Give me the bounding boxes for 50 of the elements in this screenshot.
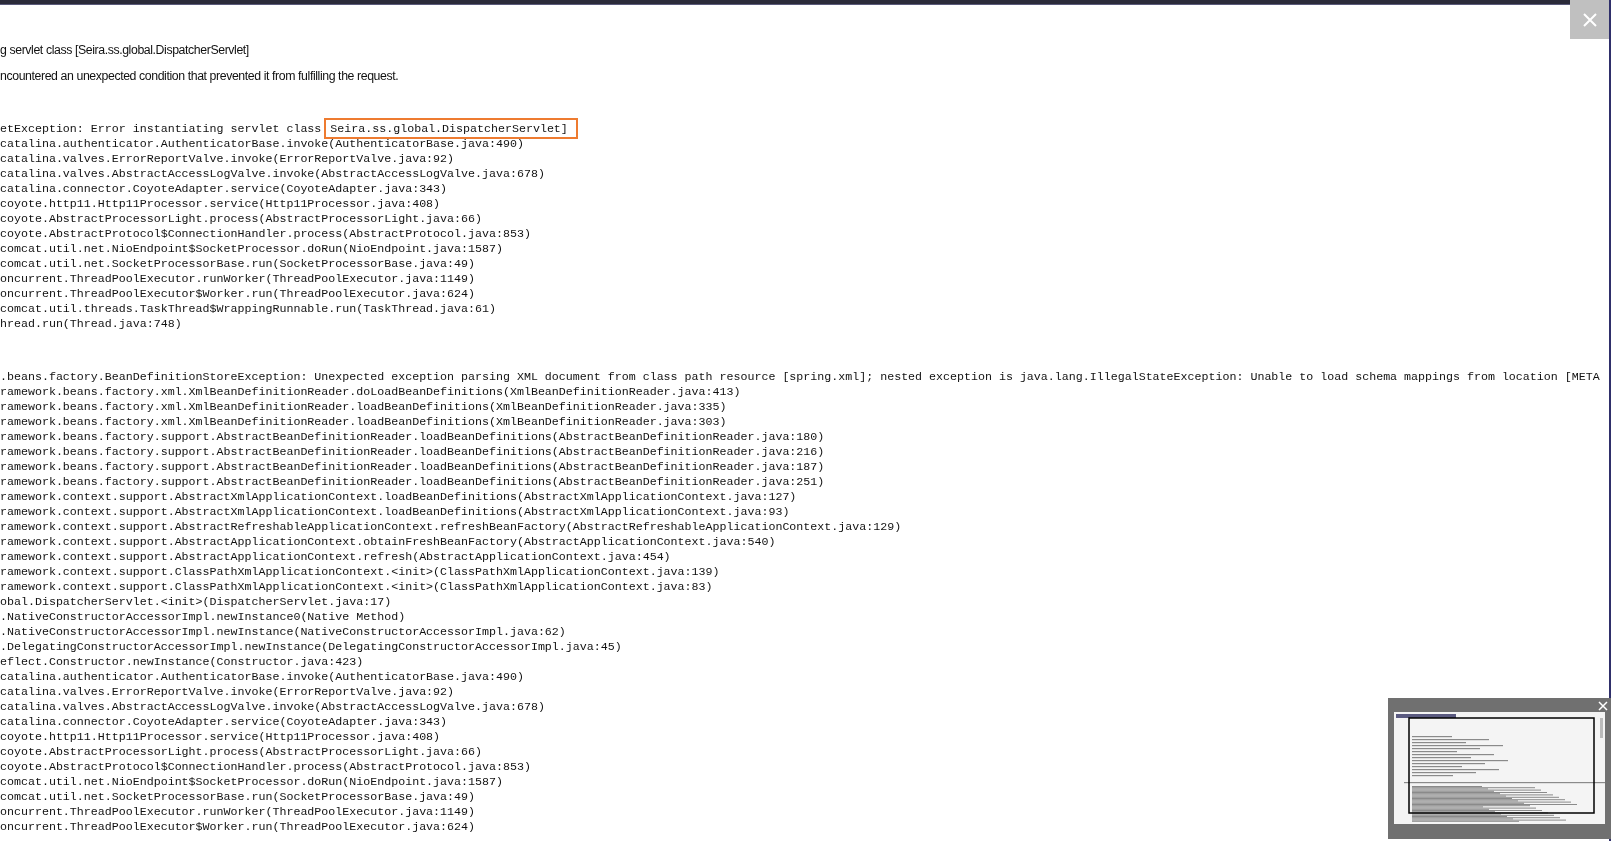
stack-trace-line: .NativeConstructorAccessorImpl.newInstance0(Native Method)	[0, 609, 406, 624]
stack-trace-line: comcat.util.threads.TaskThread$WrappingRunnable.run(TaskThread.java:61)	[0, 301, 496, 316]
stack-trace-line: coyote.http11.Http11Processor.service(Http11Processor.java:408)	[0, 196, 441, 211]
stack-trace-line: coyote.http11.Http11Processor.service(Http11Processor.java:408)	[0, 729, 441, 744]
stack-trace-line: .NativeConstructorAccessorImpl.newInstance(NativeConstructorAccessorImpl.java:62)	[0, 624, 566, 639]
stack-trace-line: ramework.context.support.AbstractApplicationContext.refresh(AbstractApplicationContext.java:454)	[0, 549, 671, 564]
stack-trace-line: oncurrent.ThreadPoolExecutor.runWorker(ThreadPoolExecutor.java:1149)	[0, 271, 475, 286]
stack-trace-line: ramework.beans.factory.support.AbstractBeanDefinitionReader.loadBeanDefinitions(AbstractBeanDefinitionReader.java:251)	[0, 474, 825, 489]
stack-trace-line: eflect.Constructor.newInstance(Constructor.java:423)	[0, 654, 364, 669]
stack-trace-line: catalina.valves.AbstractAccessLogValve.invoke(AbstractAccessLogValve.java:678)	[0, 699, 545, 714]
stack-trace-line: catalina.valves.ErrorReportValve.invoke(ErrorReportValve.java:92)	[0, 151, 455, 166]
stack-trace-line: ramework.context.support.AbstractRefreshableApplicationContext.refreshBeanFactory(AbstractRefreshableApplicationContext.java:129)	[0, 519, 902, 534]
close-icon	[1581, 11, 1598, 28]
stack-trace-line: ramework.context.support.AbstractApplicationContext.obtainFreshBeanFactory(AbstractApplicationContext.java:540)	[0, 534, 776, 549]
stack-trace-line: obal.DispatcherServlet.<init>(DispatcherServlet.java:17)	[0, 594, 392, 609]
stack-trace-line: ramework.beans.factory.xml.XmlBeanDefinitionReader.loadBeanDefinitions(XmlBeanDefinitionReader.java:303)	[0, 414, 727, 429]
stack-trace-line: comcat.util.net.SocketProcessorBase.run(SocketProcessorBase.java:49)	[0, 256, 475, 271]
stack-trace-line: etException: Error instantiating servlet class	[0, 122, 323, 135]
stack-trace-line: .beans.factory.BeanDefinitionStoreException: Unexpected exception parsing XML document from class path resource [spring.xml]; nested exception is java.lang.IllegalStateException: Unable to load schema mappings from location [META	[0, 369, 1600, 384]
stack-trace-line: oncurrent.ThreadPoolExecutor$Worker.run(ThreadPoolExecutor.java:624)	[0, 286, 475, 301]
stack-trace-line: coyote.AbstractProtocol$ConnectionHandler.process(AbstractProtocol.java:853)	[0, 759, 531, 774]
stack-trace-line: catalina.authenticator.AuthenticatorBase.invoke(AuthenticatorBase.java:490)	[0, 136, 524, 151]
stack-trace-line: coyote.AbstractProcessorLight.process(AbstractProcessorLight.java:66)	[0, 211, 482, 226]
stack-trace-line: comcat.util.net.SocketProcessorBase.run(SocketProcessorBase.java:49)	[0, 789, 475, 804]
stack-trace-line: oncurrent.ThreadPoolExecutor$Worker.run(ThreadPoolExecutor.java:624)	[0, 819, 475, 834]
stack-trace-line: coyote.AbstractProtocol$ConnectionHandler.process(AbstractProtocol.java:853)	[0, 226, 531, 241]
stack-trace-line: catalina.connector.CoyoteAdapter.service(CoyoteAdapter.java:343)	[0, 181, 448, 196]
stack-trace-line: ramework.beans.factory.xml.XmlBeanDefinitionReader.doLoadBeanDefinitions(XmlBeanDefinitionReader.java:413)	[0, 384, 741, 399]
stack-trace-line: ramework.context.support.AbstractXmlApplicationContext.loadBeanDefinitions(AbstractXmlApplicationContext.java:127)	[0, 489, 797, 504]
stack-trace-line: catalina.valves.AbstractAccessLogValve.invoke(AbstractAccessLogValve.java:678)	[0, 166, 545, 181]
stack-trace-line: catalina.connector.CoyoteAdapter.service(CoyoteAdapter.java:343)	[0, 714, 448, 729]
stack-trace-line: .DelegatingConstructorAccessorImpl.newInstance(DelegatingConstructorAccessorImpl.java:45)	[0, 639, 622, 654]
stack-trace-line: hread.run(Thread.java:748)	[0, 316, 182, 331]
stack-trace-line: ramework.context.support.ClassPathXmlApplicationContext.<init>(ClassPathXmlApplicationContext.java:139)	[0, 564, 720, 579]
error-message: g servlet class [Seira.ss.global.DispatcherServlet]	[0, 43, 249, 57]
stack-trace-line: catalina.valves.ErrorReportValve.invoke(ErrorReportValve.java:92)	[0, 684, 455, 699]
stack-trace-line: ramework.beans.factory.support.AbstractBeanDefinitionReader.loadBeanDefinitions(AbstractBeanDefinitionReader.java:216)	[0, 444, 825, 459]
stack-trace-line: ramework.beans.factory.support.AbstractBeanDefinitionReader.loadBeanDefinitions(AbstractBeanDefinitionReader.java:187)	[0, 459, 825, 474]
stack-trace-line: coyote.AbstractProcessorLight.process(AbstractProcessorLight.java:66)	[0, 744, 482, 759]
error-message: ncountered an unexpected condition that prevented it from fulfilling the request.	[0, 69, 399, 83]
navigator-thumbnail[interactable]	[1394, 712, 1605, 824]
stack-trace-line: ramework.beans.factory.xml.XmlBeanDefinitionReader.loadBeanDefinitions(XmlBeanDefinitionReader.java:335)	[0, 399, 727, 414]
stack-trace-line: comcat.util.net.NioEndpoint$SocketProcessor.doRun(NioEndpoint.java:1587)	[0, 774, 503, 789]
stack-trace-line: ramework.beans.factory.support.AbstractBeanDefinitionReader.loadBeanDefinitions(AbstractBeanDefinitionReader.java:180)	[0, 429, 825, 444]
stack-trace-line: catalina.authenticator.AuthenticatorBase.invoke(AuthenticatorBase.java:490)	[0, 669, 524, 684]
stack-trace-line: ramework.context.support.AbstractXmlApplicationContext.loadBeanDefinitions(AbstractXmlApplicationContext.java:93)	[0, 504, 790, 519]
stack-trace-line: ramework.context.support.ClassPathXmlApplicationContext.<init>(ClassPathXmlApplicationContext.java:83)	[0, 579, 713, 594]
close-icon[interactable]	[1598, 701, 1608, 711]
stack-trace-line: oncurrent.ThreadPoolExecutor.runWorker(ThreadPoolExecutor.java:1149)	[0, 804, 475, 819]
stack-trace-line: comcat.util.net.NioEndpoint$SocketProcessor.doRun(NioEndpoint.java:1587)	[0, 241, 503, 256]
